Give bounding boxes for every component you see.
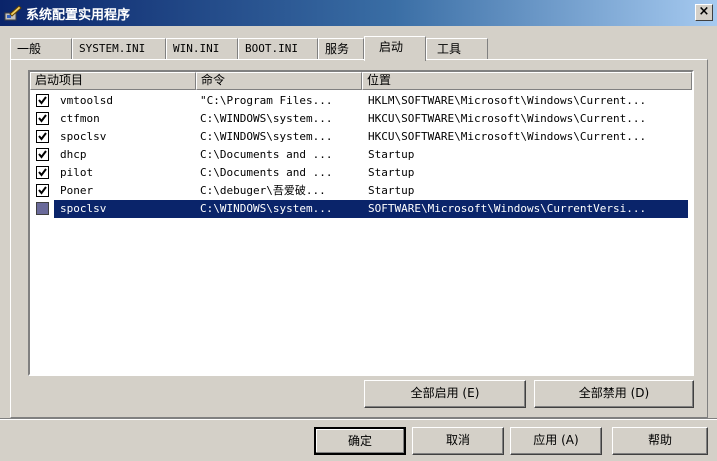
item-command: C:\WINDOWS\system...: [200, 202, 333, 215]
enable-all-button[interactable]: 全部启用 (E): [364, 380, 526, 408]
list-item[interactable]: vmtoolsd "C:\Program Files... HKLM\SOFTW…: [30, 92, 692, 110]
ok-button[interactable]: 确定: [314, 427, 406, 455]
tab-label: BOOT.INI: [245, 42, 298, 55]
item-location: HKCU\SOFTWARE\Microsoft\Windows\Current.…: [368, 112, 647, 125]
tab-label: SYSTEM.INI: [79, 42, 146, 55]
apply-button[interactable]: 应用 (A): [510, 427, 602, 455]
startup-list[interactable]: 启动项目 命令 位置 vmtoolsd "C:\Program Files...…: [28, 70, 694, 376]
item-name: vmtoolsd: [60, 94, 113, 107]
item-location: SOFTWARE\Microsoft\Windows\CurrentVersi.…: [368, 202, 647, 215]
divider: [0, 418, 717, 420]
item-name: dhcp: [60, 148, 87, 161]
close-icon: ×: [698, 4, 710, 19]
list-header: 启动项目 命令 位置: [30, 72, 692, 90]
item-name: pilot: [60, 166, 94, 179]
tab-label: 工具: [437, 42, 462, 56]
tab-label: WIN.INI: [173, 42, 220, 55]
close-button[interactable]: ×: [695, 4, 713, 21]
enable-checkbox[interactable]: [36, 166, 49, 179]
window-title: 系统配置实用程序: [26, 8, 131, 23]
item-name: spoclsv: [60, 130, 107, 143]
tab-general[interactable]: 一般: [10, 38, 72, 60]
cancel-button[interactable]: 取消: [412, 427, 504, 455]
tab-label: 一般: [17, 42, 42, 56]
tab-system-ini[interactable]: SYSTEM.INI: [72, 38, 166, 60]
disable-all-button[interactable]: 全部禁用 (D): [534, 380, 694, 408]
list-item[interactable]: dhcp C:\Documents and ... Startup: [30, 146, 692, 164]
title-bar: 系统配置实用程序 ×: [0, 0, 717, 26]
item-location: Startup: [368, 184, 415, 197]
item-command: C:\WINDOWS\system...: [200, 130, 333, 143]
tab-strip: 一般 SYSTEM.INI WIN.INI BOOT.INI 服务 启动 工具: [10, 36, 710, 61]
column-header-location[interactable]: 位置: [362, 72, 692, 90]
enable-checkbox[interactable]: [36, 202, 49, 215]
enable-checkbox[interactable]: [36, 184, 49, 197]
item-command: C:\Documents and ...: [200, 166, 333, 179]
item-command: "C:\Program Files...: [200, 94, 333, 107]
help-button[interactable]: 帮助: [612, 427, 708, 455]
tab-startup[interactable]: 启动: [364, 36, 426, 61]
item-location: HKLM\SOFTWARE\Microsoft\Windows\Current.…: [368, 94, 647, 107]
enable-checkbox[interactable]: [36, 112, 49, 125]
item-command: C:\Documents and ...: [200, 148, 333, 161]
column-header-item[interactable]: 启动项目: [30, 72, 196, 90]
enable-checkbox[interactable]: [36, 94, 49, 107]
tab-win-ini[interactable]: WIN.INI: [166, 38, 238, 60]
tab-tools[interactable]: 工具: [426, 38, 488, 60]
tab-label: 服务: [325, 42, 350, 56]
enable-checkbox[interactable]: [36, 148, 49, 161]
list-item[interactable]: ctfmon C:\WINDOWS\system... HKCU\SOFTWAR…: [30, 110, 692, 128]
list-item-selected[interactable]: spoclsv C:\WINDOWS\system... SOFTWARE\Mi…: [30, 200, 692, 218]
item-location: Startup: [368, 166, 415, 179]
item-location: Startup: [368, 148, 415, 161]
list-item[interactable]: spoclsv C:\WINDOWS\system... HKCU\SOFTWA…: [30, 128, 692, 146]
column-header-command[interactable]: 命令: [196, 72, 362, 90]
item-command: C:\WINDOWS\system...: [200, 112, 333, 125]
tab-services[interactable]: 服务: [318, 38, 364, 60]
item-command: C:\debuger\吾爱破...: [200, 184, 326, 197]
enable-checkbox[interactable]: [36, 130, 49, 143]
list-item[interactable]: pilot C:\Documents and ... Startup: [30, 164, 692, 182]
list-item[interactable]: Poner C:\debuger\吾爱破... Startup: [30, 182, 692, 200]
item-name: Poner: [60, 184, 94, 197]
item-name: ctfmon: [60, 112, 100, 125]
tab-boot-ini[interactable]: BOOT.INI: [238, 38, 318, 60]
item-location: HKCU\SOFTWARE\Microsoft\Windows\Current.…: [368, 130, 647, 143]
item-name: spoclsv: [60, 202, 107, 215]
msconfig-app-icon: [4, 4, 22, 22]
tab-label: 启动: [379, 40, 404, 54]
